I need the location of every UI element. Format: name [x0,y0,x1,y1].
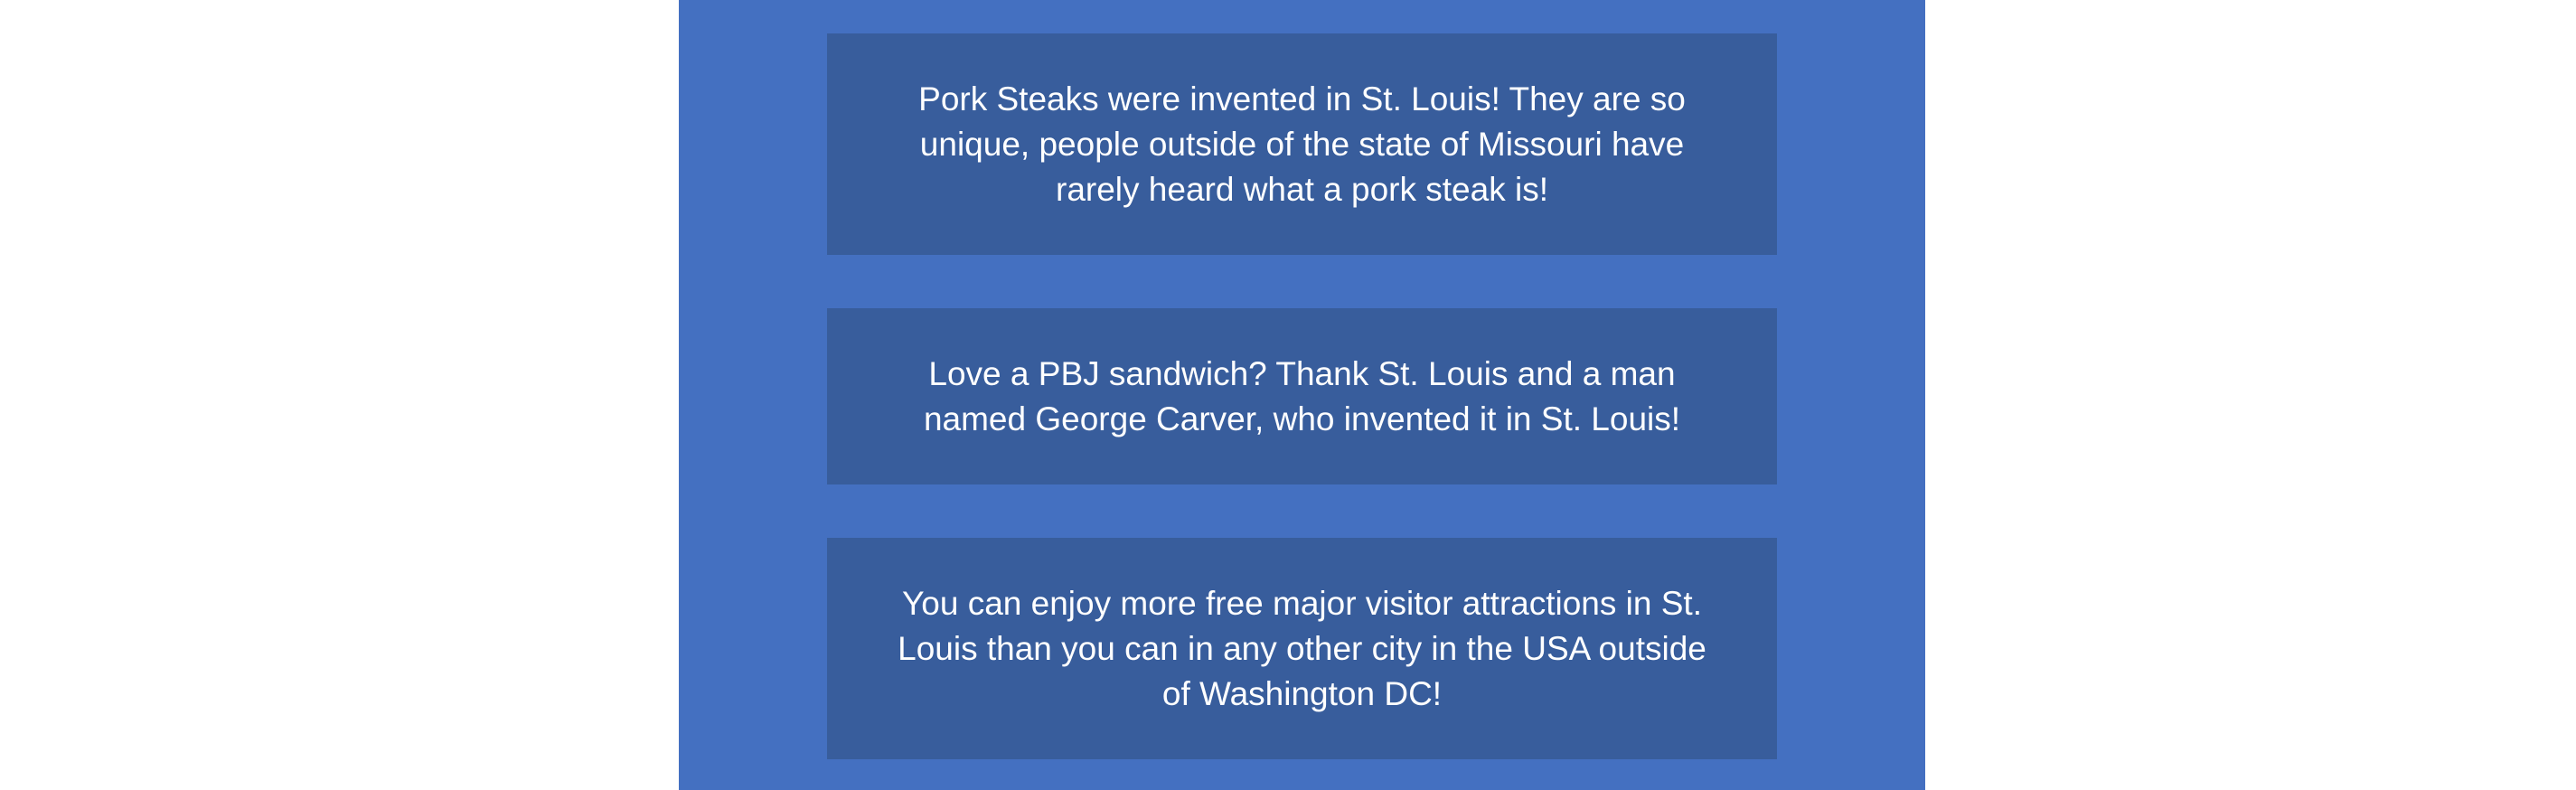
fact-text: You can enjoy more free major visitor at… [898,584,1706,712]
fact-card: Love a PBJ sandwich? Thank St. Louis and… [827,308,1777,484]
fact-text: Pork Steaks were invented in St. Louis! … [918,80,1686,208]
facts-column: Pork Steaks were invented in St. Louis! … [679,0,1925,790]
fact-card: Pork Steaks were invented in St. Louis! … [827,33,1777,255]
fact-text: Love a PBJ sandwich? Thank St. Louis and… [923,354,1681,437]
page: Pork Steaks were invented in St. Louis! … [0,0,2576,790]
fact-card: You can enjoy more free major visitor at… [827,538,1777,759]
